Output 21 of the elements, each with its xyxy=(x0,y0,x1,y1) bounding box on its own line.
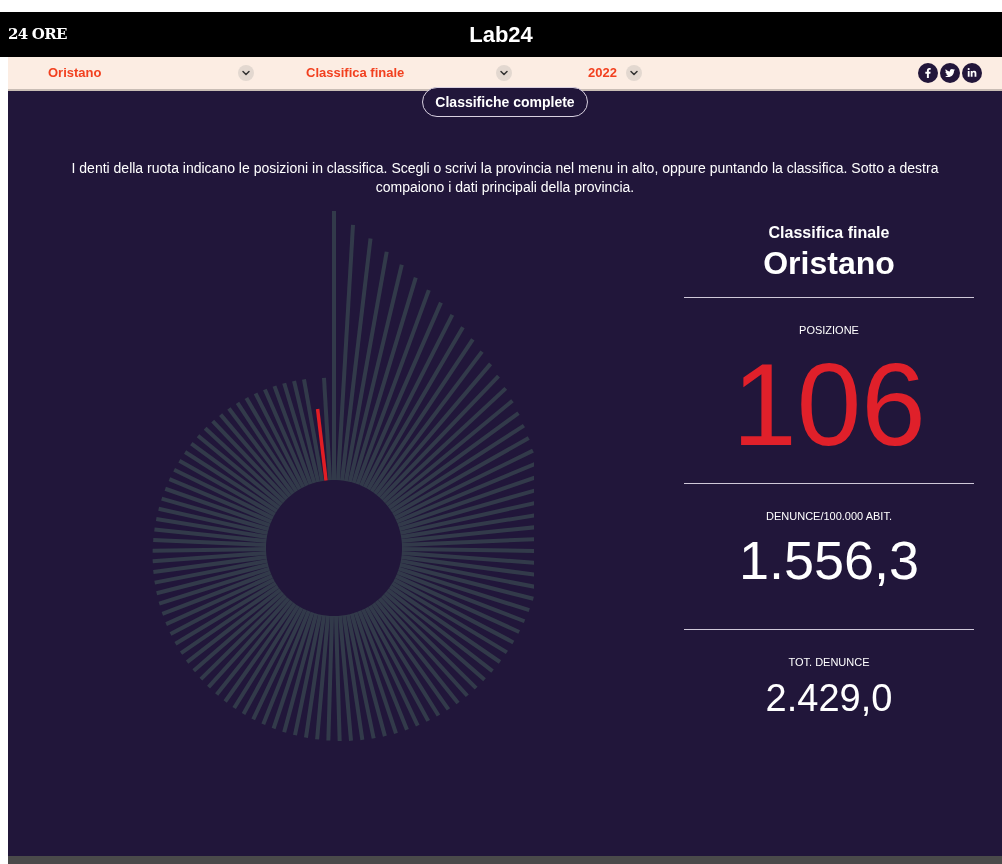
lab-logo[interactable]: Lab24 xyxy=(469,18,533,51)
chevron-down-icon xyxy=(496,65,512,81)
intro-text: I denti della ruota indicano le posizioni in classifica. Scegli o scrivi la provincia nel menu in alto, oppure puntando la classifica. Sotto a destra compaiono i dati principali della provincia. xyxy=(70,159,940,197)
province-name: Oristano xyxy=(763,245,895,281)
stat-label: POSIZIONE xyxy=(799,323,859,338)
newspaper-logo[interactable]: 24 ORE xyxy=(8,23,67,46)
stat-label: DENUNCE/100.000 ABIT. xyxy=(766,509,892,524)
bird-icon xyxy=(945,68,955,78)
facebook-icon xyxy=(923,68,933,78)
chevron-down-icon xyxy=(238,65,254,81)
share-button[interactable] xyxy=(962,63,982,83)
stat-value: 106 xyxy=(732,346,926,463)
stat-label: TOT. DENUNCE xyxy=(788,655,870,670)
share-button[interactable] xyxy=(918,63,938,83)
ranking-title: Classifica finale xyxy=(768,223,890,243)
linkedin-icon xyxy=(967,68,977,78)
stat-value: 2.429,0 xyxy=(765,678,893,717)
chevron-down-icon xyxy=(626,65,642,81)
stat-value: 1.556,3 xyxy=(738,532,920,587)
share-button[interactable] xyxy=(940,63,960,83)
full-rankings-button[interactable]: Classifiche complete xyxy=(422,87,588,117)
